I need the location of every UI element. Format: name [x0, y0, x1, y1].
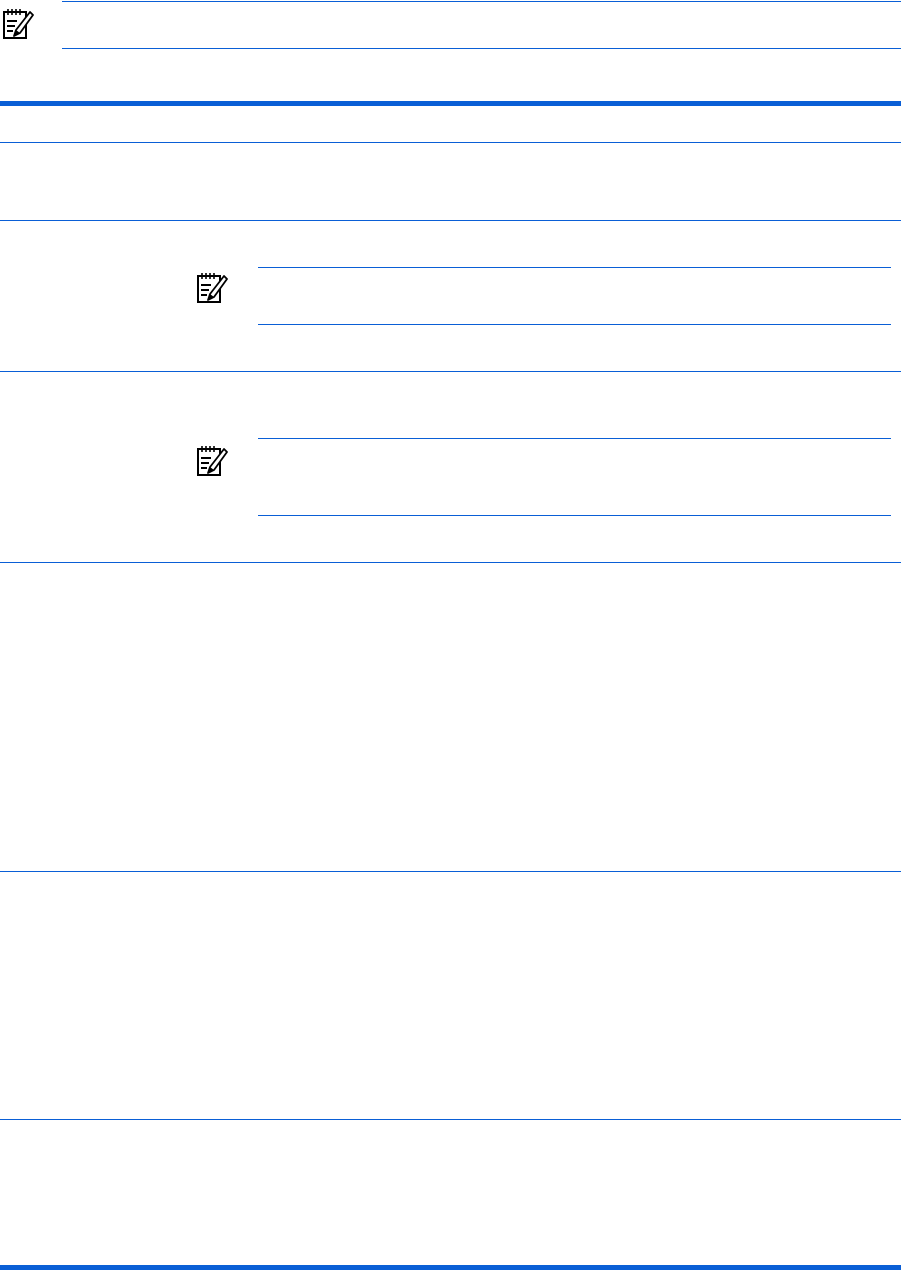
row-5-rule [0, 1119, 901, 1120]
top-note-top-rule [62, 1, 901, 2]
note-icon-top [2, 8, 34, 40]
top-note-bottom-rule [62, 48, 901, 49]
row-3-note-top-rule [258, 438, 891, 439]
row-3-note-bottom-rule [258, 515, 891, 516]
table-bottom-rule [0, 1265, 901, 1270]
note-pencil-icon [196, 272, 228, 304]
row-2-note-bottom-rule [258, 324, 891, 325]
note-pencil-icon [196, 445, 228, 477]
row-4-rule [0, 871, 901, 872]
table-top-rule [0, 101, 901, 106]
row-2-note-icon [196, 272, 228, 304]
table-header-rule [0, 142, 901, 143]
row-2-note-top-rule [258, 267, 891, 268]
row-3-rule [0, 562, 901, 563]
row-3-note-icon [196, 445, 228, 477]
note-pencil-icon [2, 8, 34, 40]
row-1-rule [0, 220, 901, 221]
row-2-rule [0, 371, 901, 372]
